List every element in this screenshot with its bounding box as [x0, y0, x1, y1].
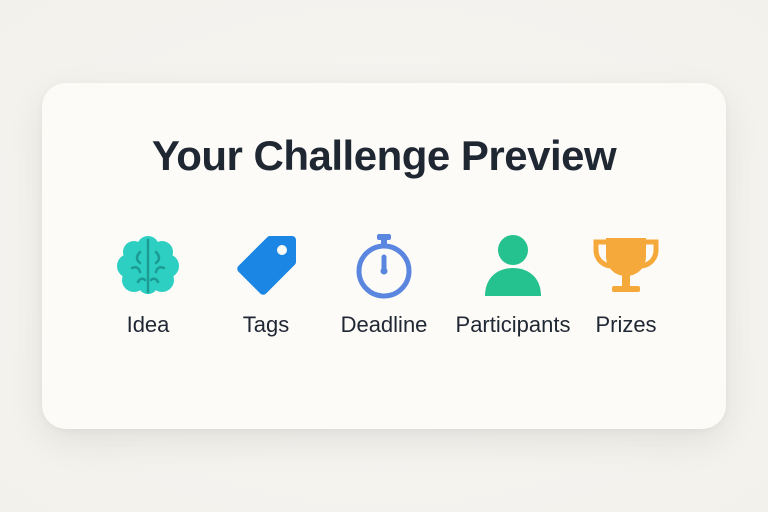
preview-item-deadline[interactable]: Deadline	[314, 230, 454, 350]
page-background: Your Challenge Preview Idea Tags Deadlin…	[0, 0, 768, 512]
stopwatch-icon	[348, 230, 420, 302]
page-title: Your Challenge Preview	[151, 132, 617, 179]
tag-icon	[230, 230, 302, 302]
brain-icon	[112, 230, 184, 302]
preview-item-label: Deadline	[340, 312, 428, 337]
preview-item-label: Prizes	[595, 312, 657, 337]
trophy-icon	[590, 230, 662, 302]
user-icon	[477, 230, 549, 302]
preview-items: Idea Tags Deadline Participants Prizes	[0, 230, 768, 350]
preview-item-prizes[interactable]: Prizes	[556, 230, 696, 350]
